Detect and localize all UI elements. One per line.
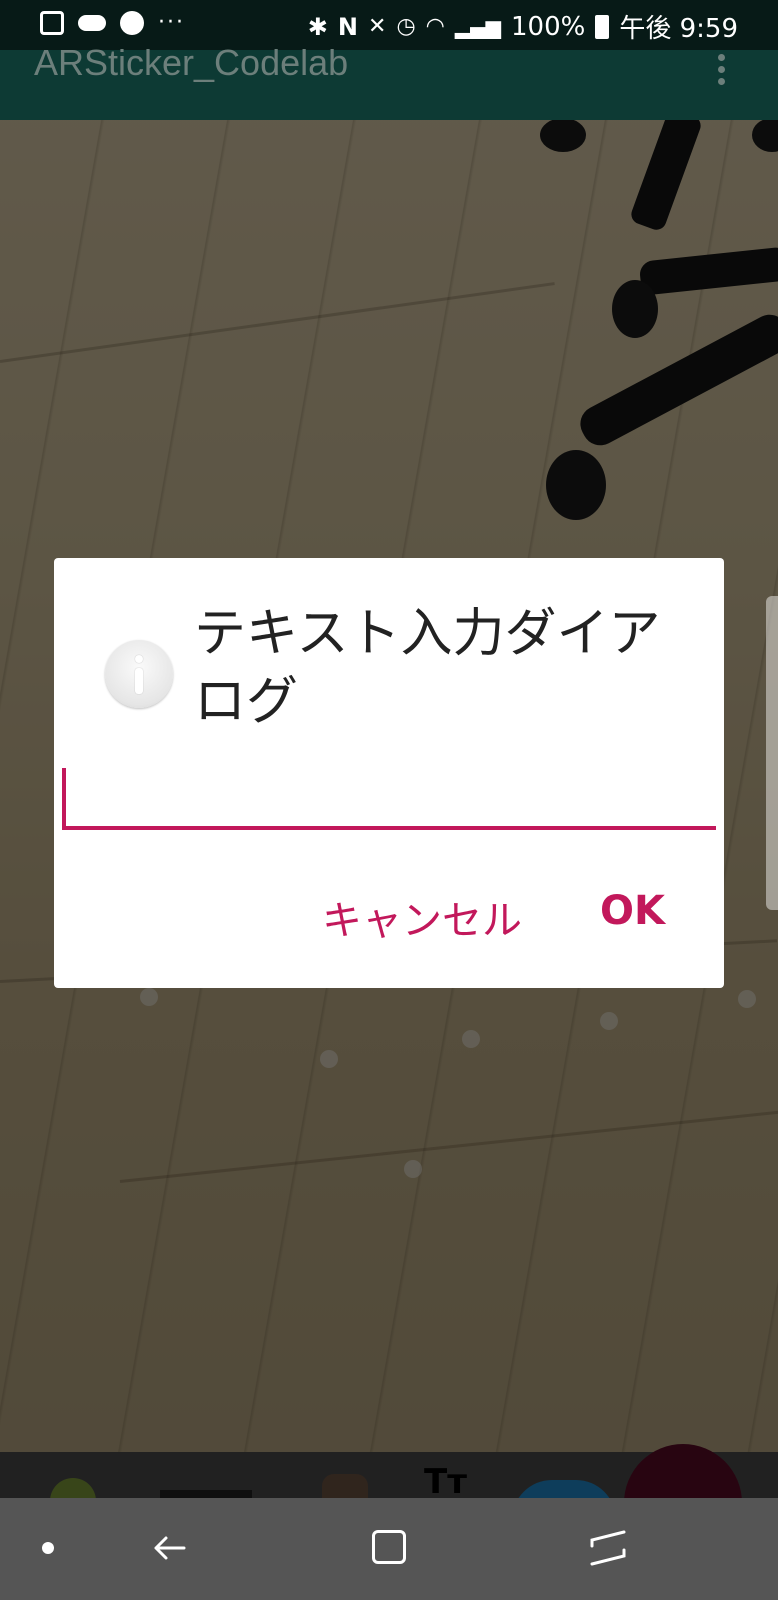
recents-icon[interactable] bbox=[588, 1526, 628, 1570]
signal-icon: ▂▄▆ bbox=[454, 14, 501, 39]
mute-icon: ✕ bbox=[368, 14, 387, 39]
bluetooth-icon: ✱ bbox=[307, 12, 328, 41]
alarm-icon: ◷ bbox=[396, 14, 416, 39]
overflow-menu-icon[interactable] bbox=[718, 54, 726, 85]
battery-percent: 100% bbox=[511, 11, 586, 42]
app-title: ARSticker_Codelab bbox=[34, 42, 349, 83]
back-icon[interactable] bbox=[152, 1530, 188, 1566]
nav-dot-icon[interactable] bbox=[42, 1542, 54, 1554]
dialog-title: テキスト入力ダイアログ bbox=[194, 604, 661, 732]
soccer-icon bbox=[120, 10, 144, 35]
cloud-icon bbox=[78, 14, 106, 31]
clock: 午後 9:59 bbox=[619, 14, 738, 44]
nfc-icon: N bbox=[337, 12, 358, 41]
maps-icon bbox=[40, 10, 64, 35]
battery-icon bbox=[595, 14, 610, 39]
home-icon[interactable] bbox=[372, 1530, 406, 1564]
app-bar: ARSticker_Codelab bbox=[0, 42, 778, 120]
more-notifications-icon: ··· bbox=[158, 10, 185, 35]
text-cursor bbox=[62, 768, 66, 830]
edge-panel-handle[interactable] bbox=[766, 596, 778, 910]
ok-button[interactable]: OK bbox=[600, 888, 665, 934]
dialog-text-input[interactable] bbox=[62, 768, 716, 830]
wifi-icon: ◠ bbox=[425, 14, 445, 39]
cancel-button[interactable]: キャンセル bbox=[322, 888, 522, 946]
info-icon bbox=[105, 640, 173, 708]
text-input-dialog: テキスト入力ダイアログ キャンセル OK bbox=[54, 558, 724, 988]
